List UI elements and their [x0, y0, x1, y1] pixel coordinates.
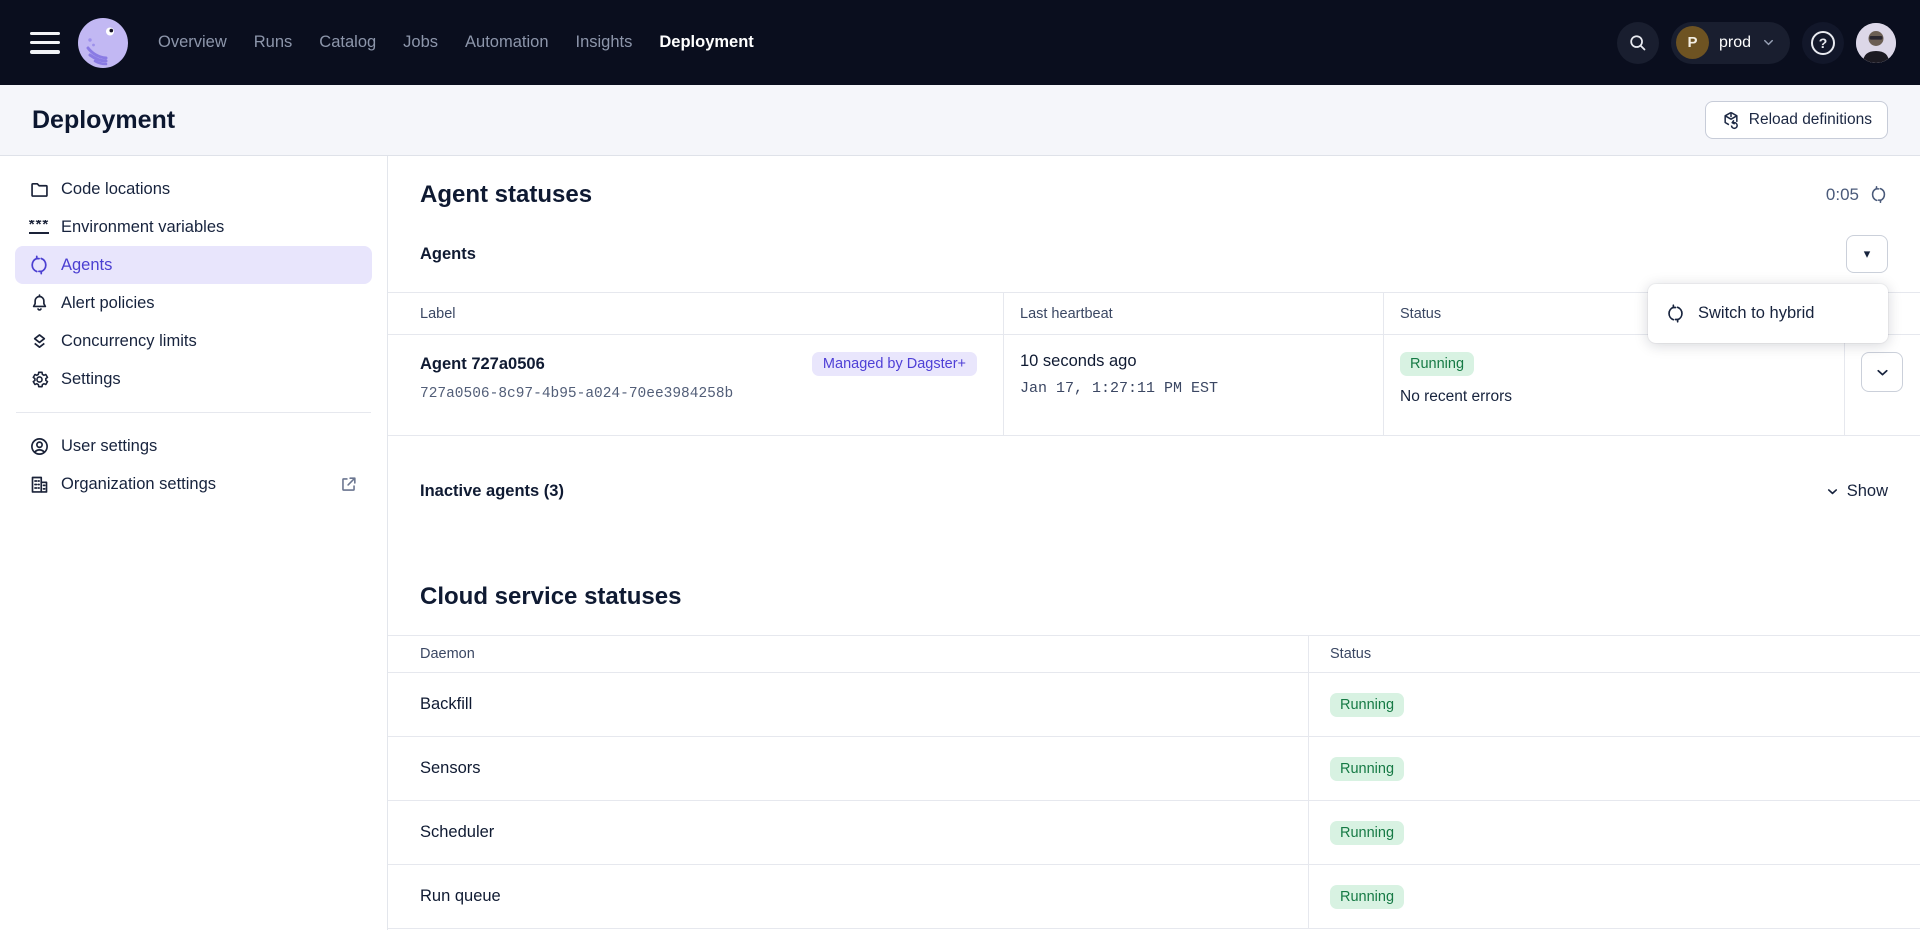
col-last-heartbeat: Last heartbeat — [1003, 293, 1383, 334]
daemon-row-backfill: Backfill Running — [388, 673, 1920, 737]
help-icon: ? — [1811, 31, 1835, 55]
deployment-sidebar: Code locations Environment variables Age… — [0, 156, 388, 930]
main-content: Agent statuses 0:05 Agents Label — [388, 156, 1920, 930]
sidebar-item-environment-variables[interactable]: Environment variables — [15, 208, 372, 246]
daemon-name: Run queue — [388, 865, 1308, 928]
managed-badge: Managed by Dagster+ — [812, 352, 977, 376]
nav-runs[interactable]: Runs — [254, 33, 293, 52]
bell-icon — [28, 292, 50, 314]
sidebar-item-concurrency-limits[interactable]: Concurrency limits — [15, 322, 372, 360]
agent-cycle-icon — [1666, 304, 1685, 323]
search-icon — [1627, 32, 1648, 53]
daemon-row-run-queue: Run queue Running — [388, 865, 1920, 929]
hamburger-menu-icon[interactable] — [30, 32, 60, 54]
daemon-name: Backfill — [388, 673, 1308, 736]
refresh-icon[interactable] — [1869, 185, 1888, 204]
agent-name[interactable]: Agent 727a0506 — [420, 355, 545, 374]
page-title: Deployment — [32, 106, 175, 135]
show-inactive-toggle[interactable]: Show — [1825, 482, 1888, 501]
daemon-name: Sensors — [388, 737, 1308, 800]
layers-icon — [28, 330, 50, 352]
folder-icon — [28, 178, 50, 200]
nav-catalog[interactable]: Catalog — [319, 33, 376, 52]
daemon-status-badge: Running — [1330, 885, 1404, 909]
agent-cycle-icon — [28, 254, 50, 276]
building-icon — [28, 473, 50, 495]
agent-id: 727a0506-8c97-4b95-a024-70ee3984258b — [420, 386, 1003, 402]
env-vars-icon — [28, 216, 50, 238]
primary-nav: Overview Runs Catalog Jobs Automation In… — [158, 33, 754, 52]
nav-overview[interactable]: Overview — [158, 33, 227, 52]
chevron-down-icon — [1825, 484, 1840, 499]
heartbeat-timestamp: Jan 17, 1:27:11 PM EST — [1020, 380, 1383, 397]
sidebar-item-alert-policies[interactable]: Alert policies — [15, 284, 372, 322]
deployment-name: prod — [1719, 34, 1751, 52]
cloud-service-statuses-title: Cloud service statuses — [388, 580, 1920, 613]
sidebar-item-code-locations[interactable]: Code locations — [15, 170, 372, 208]
sidebar-divider — [16, 412, 371, 413]
daemon-status-badge: Running — [1330, 757, 1404, 781]
external-link-icon — [339, 475, 358, 494]
agent-statuses-title: Agent statuses — [420, 178, 592, 211]
heartbeat-relative: 10 seconds ago — [1020, 352, 1383, 371]
agent-row-expand-button[interactable] — [1861, 352, 1903, 392]
sidebar-item-user-settings[interactable]: User settings — [15, 427, 372, 465]
agent-row: Agent 727a0506 Managed by Dagster+ 727a0… — [388, 335, 1920, 435]
chevron-down-icon — [1761, 35, 1776, 50]
page-header: Deployment Reload definitions — [0, 85, 1920, 156]
daemon-status-badge: Running — [1330, 821, 1404, 845]
gear-icon — [28, 368, 50, 390]
dagster-logo[interactable] — [77, 17, 129, 69]
nav-insights[interactable]: Insights — [576, 33, 633, 52]
col-status: Status — [1308, 636, 1920, 672]
agent-status-detail: No recent errors — [1400, 388, 1844, 406]
daemon-status-badge: Running — [1330, 693, 1404, 717]
user-avatar[interactable] — [1856, 23, 1896, 63]
search-button[interactable] — [1617, 22, 1659, 64]
nav-jobs[interactable]: Jobs — [403, 33, 438, 52]
daemon-name: Scheduler — [388, 801, 1308, 864]
help-button[interactable]: ? — [1802, 22, 1844, 64]
daemon-row-sensors: Sensors Running — [388, 737, 1920, 801]
agents-actions-menu: Switch to hybrid — [1648, 284, 1888, 343]
deployment-initial-badge: P — [1676, 26, 1709, 59]
sidebar-item-agents[interactable]: Agents — [15, 246, 372, 284]
refresh-countdown: 0:05 — [1826, 185, 1888, 205]
daemon-row-scheduler: Scheduler Running — [388, 801, 1920, 865]
menu-item-switch-to-hybrid[interactable]: Switch to hybrid — [1648, 290, 1888, 337]
topbar: Overview Runs Catalog Jobs Automation In… — [0, 0, 1920, 85]
deployment-switcher[interactable]: P prod — [1671, 22, 1790, 64]
user-circle-icon — [28, 435, 50, 457]
reload-cube-icon — [1721, 110, 1741, 130]
sidebar-item-organization-settings[interactable]: Organization settings — [15, 465, 372, 503]
agent-status-badge: Running — [1400, 352, 1474, 376]
nav-automation[interactable]: Automation — [465, 33, 548, 52]
col-daemon: Daemon — [388, 636, 1308, 672]
sidebar-item-settings[interactable]: Settings — [15, 360, 372, 398]
chevron-down-icon — [1874, 364, 1891, 381]
cloud-services-table: Daemon Status Backfill Running Sensors R… — [388, 635, 1920, 929]
reload-definitions-button[interactable]: Reload definitions — [1705, 101, 1888, 139]
agents-heading: Agents — [420, 245, 476, 264]
col-label: Label — [388, 293, 1003, 334]
inactive-agents-heading: Inactive agents (3) — [420, 482, 564, 501]
agents-actions-caret-button[interactable] — [1846, 235, 1888, 273]
cloud-table-header: Daemon Status — [388, 636, 1920, 673]
nav-deployment[interactable]: Deployment — [659, 33, 753, 52]
